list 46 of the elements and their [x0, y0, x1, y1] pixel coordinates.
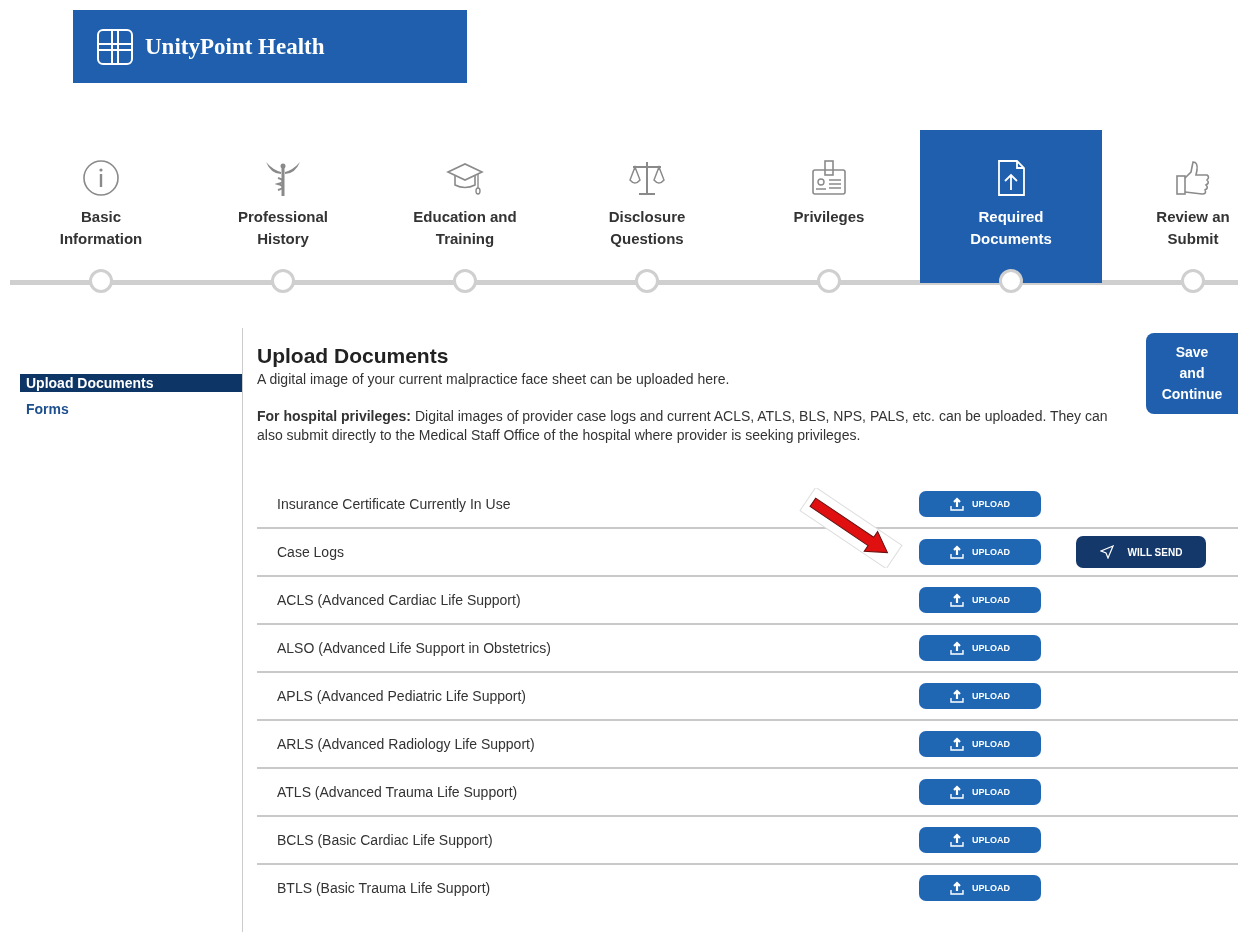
- upload-button[interactable]: UPLOAD: [919, 635, 1041, 661]
- step-tab[interactable]: Review an Submit: [1102, 130, 1238, 283]
- upload-icon: [950, 737, 964, 751]
- privileges-note: For hospital privileges: Digital images of provider case logs and current ACLS, ATLS, BLS, NPS, PALS, etc. can be uploaded. They can also submit directly to the Medical Staff Office of the hospital where provider is seeking privileges.: [257, 407, 1109, 445]
- upload-button[interactable]: UPLOAD: [919, 683, 1041, 709]
- document-label: ARLS (Advanced Radiology Life Support): [277, 736, 536, 752]
- document-label: ACLS (Advanced Cardiac Life Support): [277, 592, 522, 608]
- id-badge-icon: [809, 158, 849, 198]
- upload-icon: [950, 785, 964, 799]
- upload-icon: [950, 497, 964, 511]
- document-label: Case Logs: [277, 544, 345, 560]
- upload-button[interactable]: UPLOAD: [919, 731, 1041, 757]
- step-tab[interactable]: Education and Training: [374, 130, 556, 283]
- logo-text: UnityPoint Health: [145, 33, 325, 60]
- info-icon: [81, 158, 121, 198]
- step-tab[interactable]: Required Documents: [920, 130, 1102, 283]
- upload-icon: [950, 833, 964, 847]
- upload-icon: [950, 689, 964, 703]
- step-tab[interactable]: Privileges: [738, 130, 920, 283]
- upload-button[interactable]: UPLOAD: [919, 875, 1041, 901]
- upload-icon: [950, 881, 964, 895]
- document-label: Insurance Certificate Currently In Use: [277, 496, 512, 512]
- document-label: APLS (Advanced Pediatric Life Support): [277, 688, 528, 704]
- step-tab[interactable]: Professional History: [192, 130, 374, 283]
- upload-button[interactable]: UPLOAD: [919, 827, 1041, 853]
- send-icon: [1099, 545, 1114, 559]
- document-label: BTLS (Basic Trauma Life Support): [277, 880, 492, 896]
- save-continue-button[interactable]: Save and Continue: [1146, 333, 1238, 414]
- cross-logo-icon: [97, 28, 133, 65]
- sidebar-item[interactable]: Forms: [20, 400, 242, 418]
- document-label: ALSO (Advanced Life Support in Obstetrics): [277, 640, 552, 656]
- upload-button[interactable]: UPLOAD: [919, 491, 1041, 517]
- intro-text: A digital image of your current malpractice face sheet can be uploaded here.: [257, 370, 731, 389]
- document-label: ATLS (Advanced Trauma Life Support): [277, 784, 519, 800]
- upload-icon: [950, 593, 964, 607]
- step-tab[interactable]: Disclosure Questions: [556, 130, 738, 283]
- page-heading: Upload Documents: [257, 344, 449, 368]
- upload-button[interactable]: UPLOAD: [919, 587, 1041, 613]
- upload-icon: [950, 545, 964, 559]
- sidebar-item[interactable]: Upload Documents: [20, 374, 242, 392]
- step-tab[interactable]: Basic Information: [10, 130, 192, 283]
- upload-button[interactable]: UPLOAD: [919, 539, 1041, 565]
- will-send-button[interactable]: WILL SEND: [1076, 536, 1206, 568]
- upload-button[interactable]: UPLOAD: [919, 779, 1041, 805]
- upload-icon: [950, 641, 964, 655]
- document-label: BCLS (Basic Cardiac Life Support): [277, 832, 494, 848]
